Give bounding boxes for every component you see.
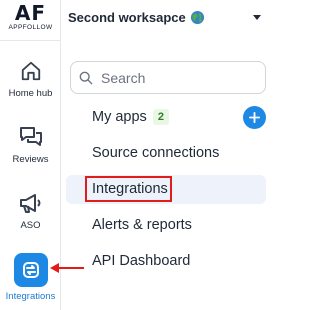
menu-item-source-connections[interactable]: Source connections	[92, 145, 219, 161]
menu-item-api-dashboard[interactable]: API Dashboard	[92, 253, 190, 269]
rail-item-aso[interactable]: ASO	[0, 192, 61, 231]
home-icon	[21, 61, 40, 81]
search-input[interactable]	[101, 69, 251, 86]
apps-count-badge: 2	[152, 109, 169, 125]
logo-mark: AF	[14, 1, 47, 25]
menu-item-my-apps[interactable]: My apps 2	[92, 109, 169, 125]
rail-item-reviews[interactable]: Reviews	[0, 126, 61, 165]
integrations-icon-tile	[13, 253, 48, 287]
menu-item-label: API Dashboard	[92, 253, 191, 269]
menu-item-label: My apps	[92, 109, 147, 125]
menu-item-alerts-reports[interactable]: Alerts & reports	[92, 217, 192, 233]
rail-label-home-hub: Home hub	[8, 88, 53, 99]
menu-item-label: Alerts & reports	[92, 217, 192, 233]
rail-item-home-hub[interactable]: Home hub	[0, 60, 61, 99]
annotation-highlight-box	[85, 176, 172, 202]
rail-label-reviews: Reviews	[12, 154, 49, 165]
menu-item-label: Source connections	[92, 145, 220, 161]
chat-bubbles-icon	[19, 127, 42, 146]
search-field[interactable]	[70, 61, 266, 94]
plus-icon	[249, 112, 260, 123]
chevron-down-icon	[253, 15, 261, 20]
workspace-switcher[interactable]: Second worksapce	[62, 0, 275, 35]
integrations-icon	[22, 262, 39, 278]
add-app-button[interactable]	[243, 106, 266, 129]
logo-divider	[0, 40, 61, 41]
workspace-name: Second worksapce	[68, 10, 186, 25]
rail-item-integrations[interactable]: Integrations	[0, 253, 61, 302]
annotation-arrow	[50, 263, 84, 273]
globe-icon	[190, 10, 204, 25]
logo-wordmark: APPFOLLOW	[8, 24, 53, 31]
rail-label-aso: ASO	[20, 220, 41, 231]
megaphone-icon	[19, 194, 40, 213]
search-icon	[79, 71, 93, 84]
appfollow-logo[interactable]: AF APPFOLLOW	[0, 2, 61, 32]
rail-label-integrations: Integrations	[5, 291, 56, 302]
